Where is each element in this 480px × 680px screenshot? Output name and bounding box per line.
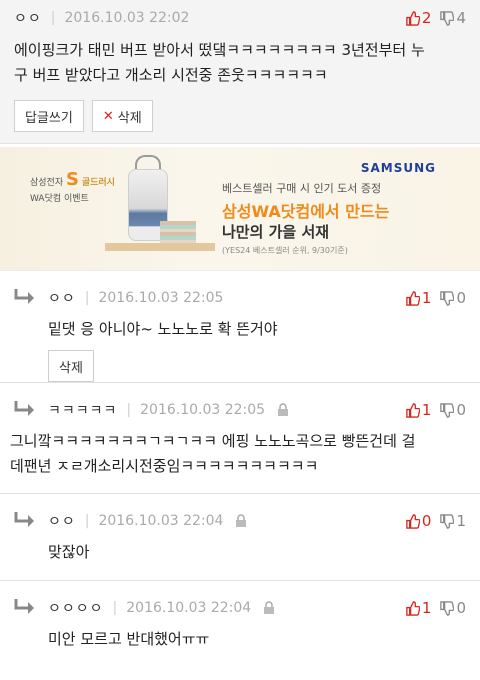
vote-group: 2 4 xyxy=(405,9,466,27)
shelf-graphic xyxy=(105,243,215,251)
ad-line-1: 베스트셀러 구매 시 인기 도서 증정 xyxy=(222,182,382,195)
delete-button[interactable]: 삭제 xyxy=(48,350,94,382)
downvote-count: 0 xyxy=(456,599,466,617)
reply-meta: ㅇㅇ | 2016.10.03 22:04 0 1 xyxy=(48,512,466,530)
reply-meta: ㅋㅋㅋㅋㅋ | 2016.10.03 22:05 1 0 xyxy=(48,401,466,419)
reply-meta: ㅇㅇㅇㅇ | 2016.10.03 22:04 1 0 xyxy=(48,599,466,617)
downvote-button[interactable]: 1 xyxy=(439,512,466,530)
delete-button-label: 삭제 xyxy=(117,110,142,126)
meta-divider: | xyxy=(126,402,132,418)
upvote-button[interactable]: 1 xyxy=(405,401,432,419)
upvote-button[interactable]: 0 xyxy=(405,512,432,530)
downvote-count: 4 xyxy=(456,9,466,27)
books-graphic xyxy=(160,221,196,243)
downvote-button[interactable]: 0 xyxy=(439,599,466,617)
ad-brand-s-logo: S xyxy=(66,169,79,190)
downvote-button[interactable]: 0 xyxy=(439,289,466,307)
reply-item: ㅋㅋㅋㅋㅋ | 2016.10.03 22:05 1 0 그니깤ㅋㅋㅋㅋㅋㅋㅋㄱ… xyxy=(0,383,480,494)
reply-button[interactable]: 답글쓰기 xyxy=(14,100,84,132)
reply-body: 밑댓 응 아니야~ 노노노로 확 뜬거야 xyxy=(48,320,278,338)
upvote-count: 1 xyxy=(421,401,432,419)
meta-divider: | xyxy=(50,10,56,26)
upvote-count: 0 xyxy=(421,512,432,530)
reply-item: ㅇㅇ | 2016.10.03 22:05 1 0 밑댓 응 아니야~ 노노노로… xyxy=(0,271,480,383)
lock-icon xyxy=(263,601,275,615)
upvote-button[interactable]: 2 xyxy=(405,9,432,27)
top-comment: ㅇㅇ | 2016.10.03 22:02 2 4 에이핑크가 태민 버프 받아… xyxy=(0,0,480,144)
comment-text-line: 구 버프 받았다고 개소리 시전중 존웃ㅋㅋㅋㅋㅋㅋ xyxy=(14,66,328,84)
thumbs-up-icon xyxy=(406,513,420,529)
thumbs-up-icon xyxy=(406,290,420,306)
reply-text-line: 데팬년 ㅈㄹ개소리시전중임ㅋㅋㅋㅋㅋㅋㅋㅋㅋㅋ xyxy=(10,457,319,475)
thumbs-up-icon xyxy=(406,600,420,616)
comment-actions: 답글쓰기 ✕ 삭제 xyxy=(14,100,466,132)
comment-body: 에이핑크가 태민 버프 받아서 떴댘ㅋㅋㅋㅋㅋㅋㅋㅋ 3년전부터 누 구 버프 … xyxy=(14,38,466,88)
thumbs-up-icon xyxy=(406,402,420,418)
reply-text-line: 그니깤ㅋㅋㅋㅋㅋㅋㅋㄱㅋㄱㅋㅋ 에핑 노노노곡으로 빵뜬건데 걸 xyxy=(10,432,416,450)
upvote-count: 1 xyxy=(421,599,432,617)
ad-line-2: 삼성WA닷컴에서 만드는 xyxy=(222,202,390,221)
reply-arrow-icon xyxy=(14,401,34,416)
downvote-button[interactable]: 0 xyxy=(439,401,466,419)
comment-text-line: 에이핑크가 태민 버프 받아서 떴댘ㅋㅋㅋㅋㅋㅋㅋㅋ 3년전부터 누 xyxy=(14,41,425,59)
reply-body: 미안 모르고 반대했어ㅠㅠ xyxy=(48,630,210,648)
reply-date: 2016.10.03 22:05 xyxy=(140,402,266,418)
vote-group: 0 1 xyxy=(405,512,466,530)
vote-group: 1 0 xyxy=(405,289,466,307)
ad-brand-event-name: 골드러시 xyxy=(81,178,115,188)
upvote-count: 2 xyxy=(421,9,432,27)
reply-date: 2016.10.03 22:04 xyxy=(126,600,252,616)
downvote-count: 0 xyxy=(456,401,466,419)
ad-banner[interactable]: 삼성전자 S 골드러시 WA닷컴 이벤트 SAMSUNG 베스트셀러 구매 시 … xyxy=(0,147,480,271)
x-icon: ✕ xyxy=(102,108,114,124)
comment-nickname: ㅇㅇ xyxy=(14,11,42,27)
meta-divider: | xyxy=(84,513,90,529)
downvote-button[interactable]: 4 xyxy=(439,9,466,27)
reply-actions: 삭제 xyxy=(48,350,466,382)
reply-arrow-icon xyxy=(14,289,34,304)
reply-meta: ㅇㅇ | 2016.10.03 22:05 1 0 xyxy=(48,289,466,307)
reply-body: 맞잖아 xyxy=(48,543,90,561)
reply-nickname: ㅇㅇㅇㅇ xyxy=(48,601,104,617)
reply-item: ㅇㅇㅇㅇ | 2016.10.03 22:04 1 0 미안 모르고 반대했어ㅠ… xyxy=(0,581,480,680)
reply-arrow-icon xyxy=(14,599,34,614)
reply-nickname: ㅇㅇ xyxy=(48,514,76,530)
vote-group: 1 0 xyxy=(405,599,466,617)
lock-icon xyxy=(277,403,289,417)
thumbs-down-icon xyxy=(440,600,455,616)
thumbs-down-icon xyxy=(440,513,455,529)
reply-date: 2016.10.03 22:04 xyxy=(98,513,224,529)
vote-group: 1 0 xyxy=(405,401,466,419)
ad-line-4: (YES24 베스트셀러 순위, 9/30기준) xyxy=(222,246,348,255)
lock-icon xyxy=(235,514,247,528)
upvote-count: 1 xyxy=(421,289,432,307)
thumbs-down-icon xyxy=(440,402,455,418)
ad-line-3: 나만의 가을 서재 xyxy=(222,223,330,241)
ad-brand-subtitle: WA닷컴 이벤트 xyxy=(30,194,89,204)
reply-nickname: ㅇㅇ xyxy=(48,291,76,307)
thumbs-down-icon xyxy=(440,10,455,26)
reply-date: 2016.10.03 22:05 xyxy=(98,290,224,306)
downvote-count: 1 xyxy=(456,512,466,530)
reply-item: ㅇㅇ | 2016.10.03 22:04 0 1 맞잖아 xyxy=(0,494,480,581)
reply-body: 그니깤ㅋㅋㅋㅋㅋㅋㅋㄱㅋㄱㅋㅋ 에핑 노노노곡으로 빵뜬건데 걸 데팬년 ㅈㄹ개… xyxy=(10,429,466,479)
samsung-logo: SAMSUNG xyxy=(360,161,436,175)
reply-nickname: ㅋㅋㅋㅋㅋ xyxy=(48,403,118,419)
thumbs-up-icon xyxy=(406,10,420,26)
comment-meta: ㅇㅇ | 2016.10.03 22:02 2 4 xyxy=(14,9,466,27)
reply-arrow-icon xyxy=(14,512,34,527)
delete-button[interactable]: ✕ 삭제 xyxy=(91,100,153,132)
upvote-button[interactable]: 1 xyxy=(405,599,432,617)
comment-date: 2016.10.03 22:02 xyxy=(64,10,190,26)
ad-brand: 삼성전자 S 골드러시 WA닷컴 이벤트 xyxy=(30,169,115,207)
meta-divider: | xyxy=(112,600,118,616)
upvote-button[interactable]: 1 xyxy=(405,289,432,307)
thumbs-down-icon xyxy=(440,290,455,306)
meta-divider: | xyxy=(84,290,90,306)
ad-brand-company: 삼성전자 xyxy=(30,178,64,188)
downvote-count: 0 xyxy=(456,289,466,307)
